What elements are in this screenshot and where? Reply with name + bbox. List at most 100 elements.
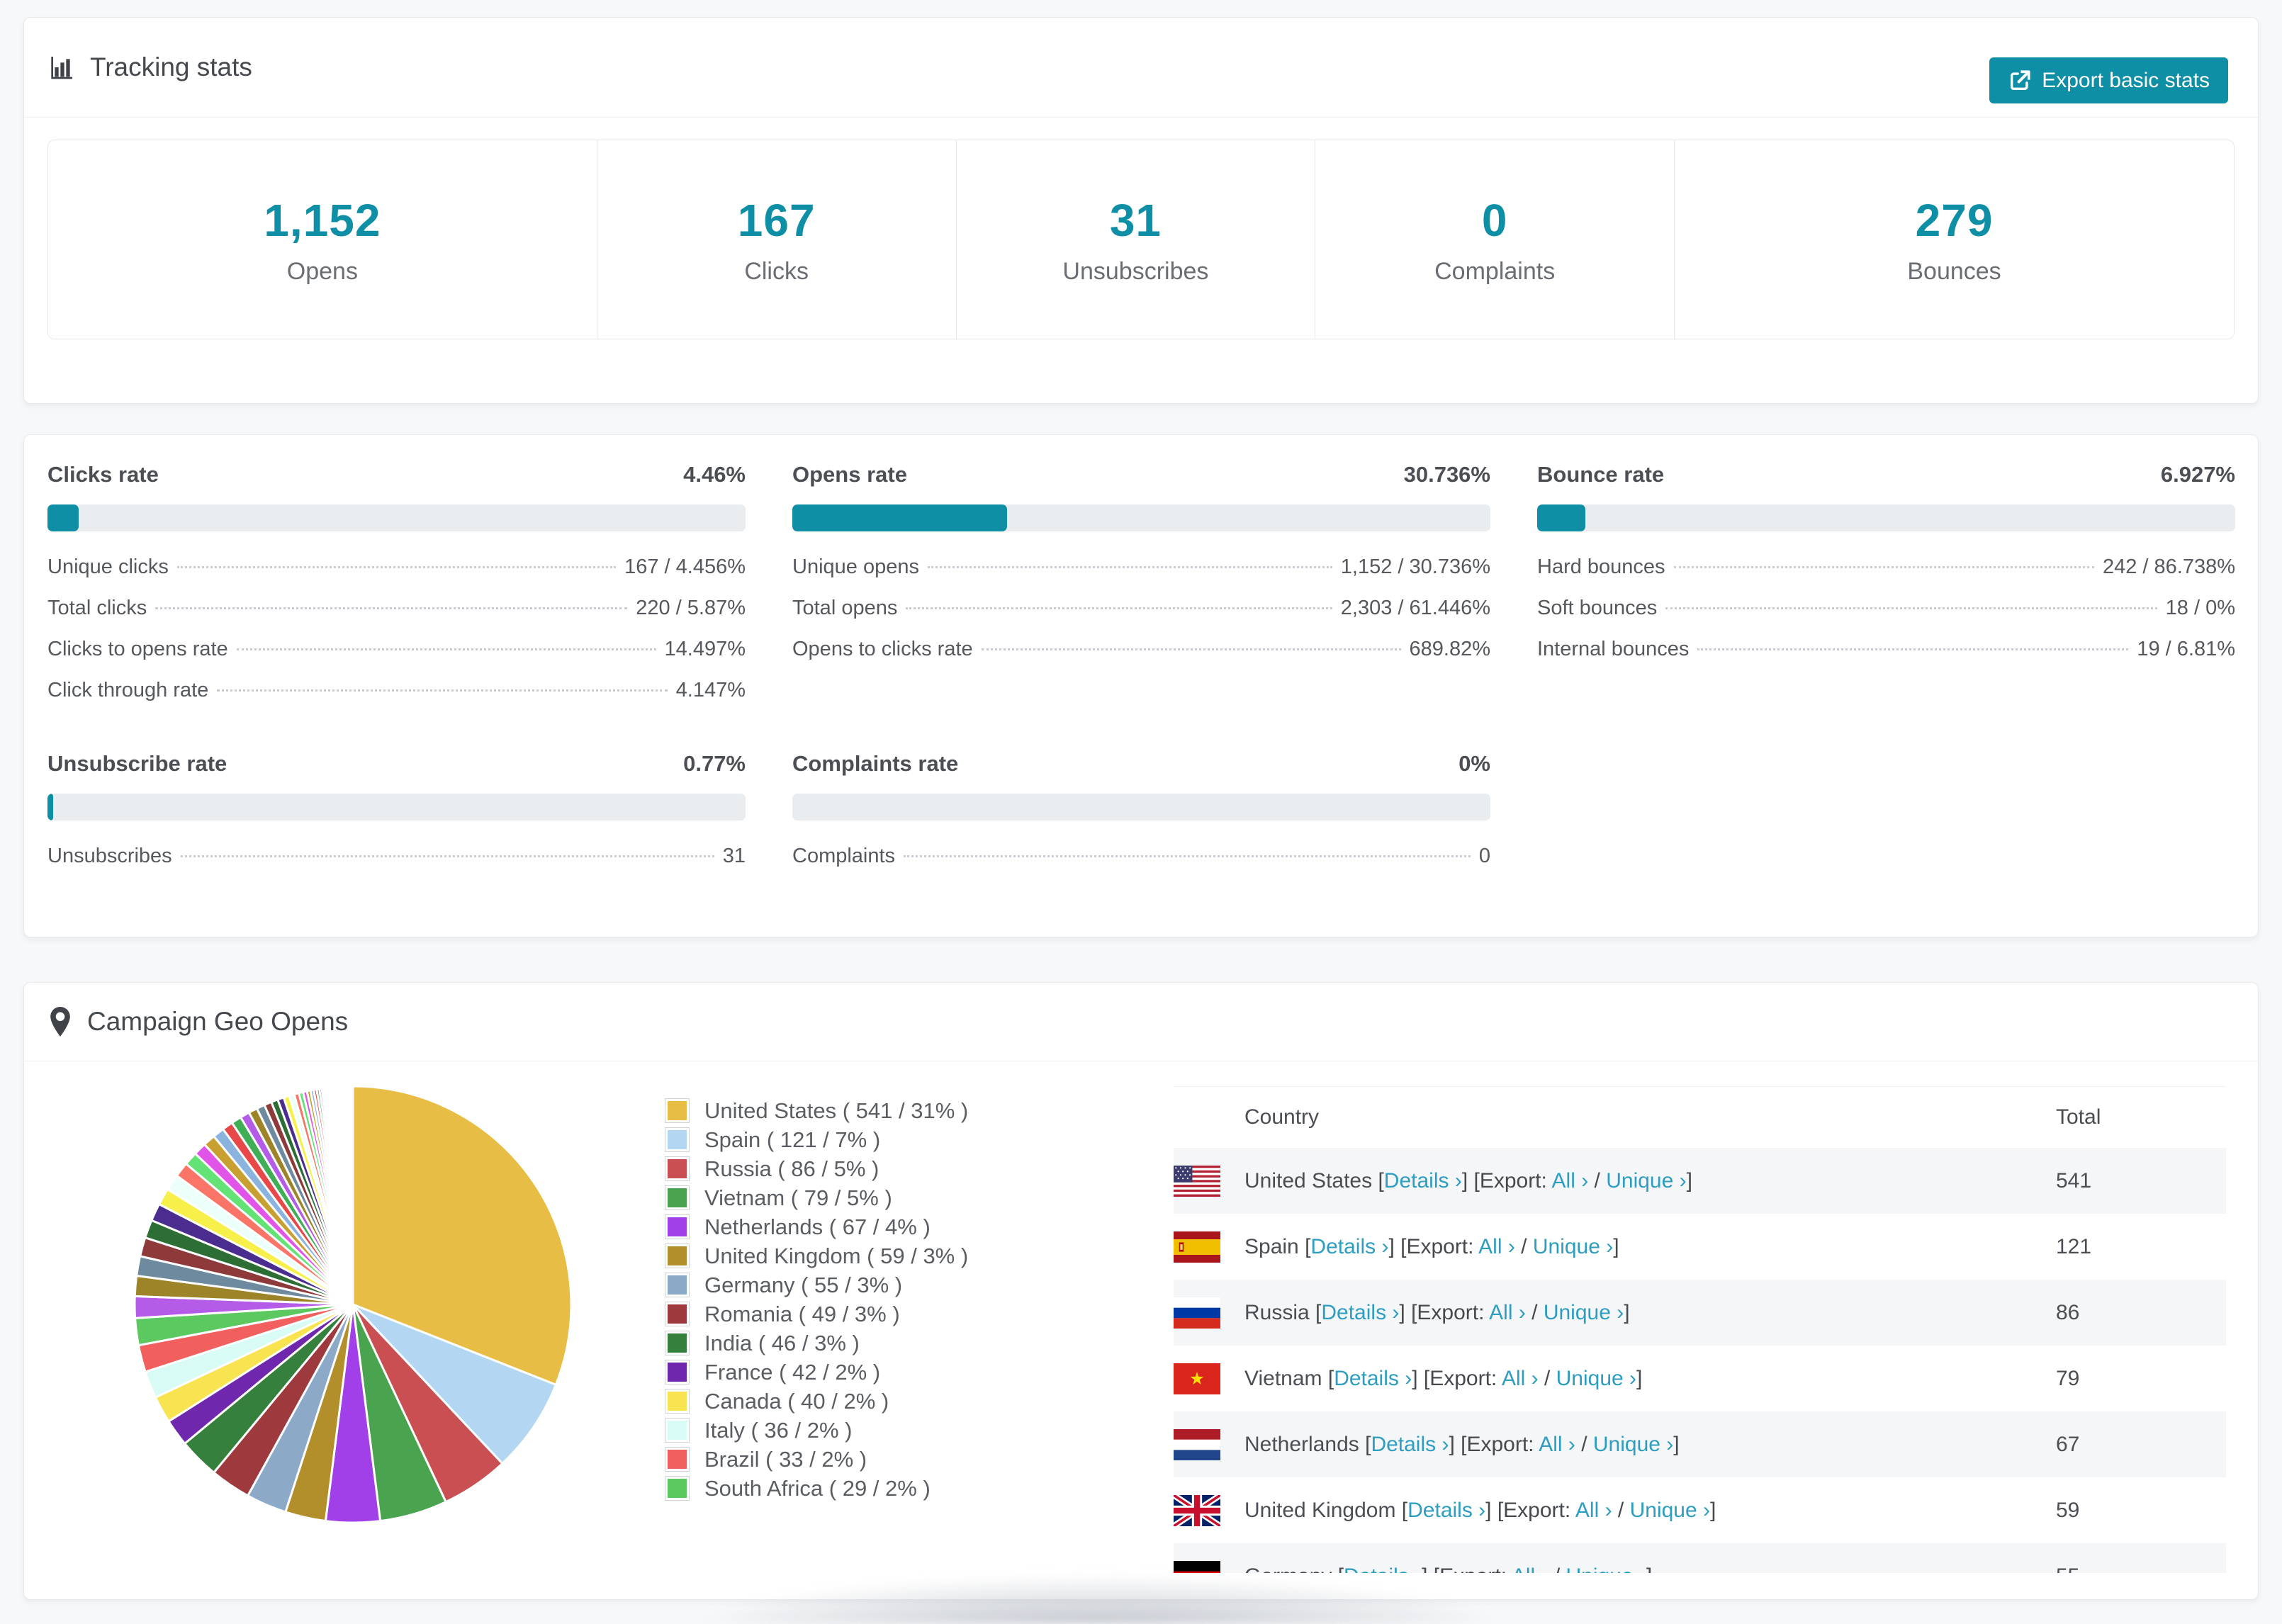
rate-section-clicks-rate: Clicks rate 4.46% Unique clicks 167 / 4.456… — [47, 462, 746, 720]
details-link[interactable]: Details › — [1384, 1169, 1462, 1192]
legend-swatch — [665, 1127, 690, 1152]
country-cell: Spain [Details ›] [Export: All › / Uniqu… — [1244, 1234, 1619, 1258]
rate-row-value: 220 / 5.87% — [636, 597, 746, 619]
total-value: 67 — [2056, 1432, 2080, 1456]
stats-summary: 1,152 Opens 167 Clicks 31 Unsubscribes 0 Compla… — [47, 140, 2235, 339]
dotted-leader — [906, 607, 1332, 609]
legend-item-spain[interactable]: Spain ( 121 / 7% ) — [665, 1125, 968, 1154]
dotted-leader — [180, 855, 714, 857]
rate-row-value: 4.147% — [675, 679, 746, 701]
details-link[interactable]: Details › — [1344, 1564, 1422, 1574]
rate-percent: 0% — [1458, 751, 1490, 776]
legend-item-france[interactable]: France ( 42 / 2% ) — [665, 1358, 968, 1387]
legend-label: Italy ( 36 / 2% ) — [704, 1417, 853, 1443]
export-all-link[interactable]: All › — [1552, 1169, 1589, 1192]
rate-progress-fill — [47, 794, 53, 821]
rate-progress-track — [47, 794, 746, 821]
country-flag-icon-de — [1174, 1560, 1220, 1573]
rate-section-bounce-rate: Bounce rate 6.927% Hard bounces 242 / 86.73… — [1537, 462, 2235, 679]
rate-row-value: 242 / 86.738% — [2102, 556, 2235, 578]
rate-row-value: 14.497% — [664, 638, 746, 660]
rate-progress-track — [792, 504, 1490, 531]
rate-row: Unique clicks 167 / 4.456% — [47, 556, 746, 597]
legend-item-united-states[interactable]: United States ( 541 / 31% ) — [665, 1096, 968, 1125]
legend-label: Russia ( 86 / 5% ) — [704, 1156, 879, 1181]
stat-label: Unsubscribes — [1062, 257, 1209, 285]
export-all-link[interactable]: All › — [1575, 1499, 1612, 1522]
legend-item-united-kingdom[interactable]: United Kingdom ( 59 / 3% ) — [665, 1241, 968, 1270]
country-name: United States — [1244, 1168, 1373, 1192]
rate-row-label: Clicks to opens rate — [47, 638, 228, 660]
rate-title: Opens rate — [792, 462, 907, 487]
export-unique-link[interactable]: Unique › — [1606, 1169, 1686, 1192]
details-link[interactable]: Details › — [1310, 1235, 1388, 1258]
dotted-leader — [217, 689, 668, 692]
geo-table: Country Total United States [Details ›] … — [1174, 1086, 2226, 1573]
country-name: Netherlands — [1244, 1432, 1359, 1456]
export-unique-link[interactable]: Unique › — [1566, 1564, 1646, 1574]
details-link[interactable]: Details › — [1371, 1433, 1449, 1456]
export-all-link[interactable]: All › — [1478, 1235, 1515, 1258]
stat-value: 1,152 — [264, 194, 381, 246]
legend-swatch — [665, 1185, 690, 1210]
export-all-link[interactable]: All › — [1512, 1564, 1548, 1574]
legend-item-brazil[interactable]: Brazil ( 33 / 2% ) — [665, 1445, 968, 1474]
dotted-leader — [176, 566, 617, 568]
rate-title: Bounce rate — [1537, 462, 1665, 487]
legend-item-germany[interactable]: Germany ( 55 / 3% ) — [665, 1270, 968, 1299]
legend-item-vietnam[interactable]: Vietnam ( 79 / 5% ) — [665, 1183, 968, 1212]
legend-item-romania[interactable]: Romania ( 49 / 3% ) — [665, 1299, 968, 1329]
rate-progress-track — [1537, 504, 2235, 531]
rate-row-label: Complaints — [792, 845, 896, 867]
table-row-germany: Germany [Details ›] [Export: All › / Uni… — [1174, 1543, 2226, 1573]
export-unique-link[interactable]: Unique › — [1556, 1367, 1636, 1390]
legend-item-south-africa[interactable]: South Africa ( 29 / 2% ) — [665, 1474, 968, 1503]
export-unique-link[interactable]: Unique › — [1630, 1499, 1710, 1522]
rate-row-value: 1,152 / 30.736% — [1340, 556, 1490, 578]
rate-percent: 0.77% — [683, 751, 746, 776]
legend-swatch — [665, 1331, 690, 1355]
dotted-leader — [981, 648, 1401, 650]
legend-item-netherlands[interactable]: Netherlands ( 67 / 4% ) — [665, 1212, 968, 1241]
rate-progress-track — [792, 794, 1490, 821]
legend-item-italy[interactable]: Italy ( 36 / 2% ) — [665, 1416, 968, 1445]
country-flag-icon-us — [1174, 1165, 1220, 1197]
stat-cell-bounces: 279 Bounces — [1675, 140, 2234, 339]
rate-progress-track — [47, 504, 746, 531]
legend-swatch — [665, 1302, 690, 1326]
country-cell: Germany [Details ›] [Export: All › / Uni… — [1244, 1564, 1652, 1574]
map-pin-icon — [47, 1005, 73, 1038]
total-value: 541 — [2056, 1168, 2092, 1192]
export-unique-link[interactable]: Unique › — [1544, 1301, 1624, 1324]
rate-row: Total opens 2,303 / 61.446% — [792, 597, 1490, 638]
rate-row: Unsubscribes 31 — [47, 845, 746, 886]
rate-row-label: Hard bounces — [1537, 556, 1665, 578]
details-link[interactable]: Details › — [1334, 1367, 1412, 1390]
legend-item-russia[interactable]: Russia ( 86 / 5% ) — [665, 1154, 968, 1183]
rate-percent: 4.46% — [683, 462, 746, 487]
rate-row: Internal bounces 19 / 6.81% — [1537, 638, 2235, 679]
rate-row: Soft bounces 18 / 0% — [1537, 597, 2235, 638]
export-basic-stats-button[interactable]: Export basic stats — [1989, 57, 2228, 103]
geo-pie-chart[interactable] — [126, 1078, 580, 1531]
legend-label: United Kingdom ( 59 / 3% ) — [704, 1243, 969, 1268]
column-header-total: Total — [2056, 1105, 2101, 1129]
country-name: Germany — [1244, 1564, 1332, 1574]
export-all-link[interactable]: All › — [1539, 1433, 1575, 1456]
export-all-link[interactable]: All › — [1489, 1301, 1526, 1324]
stat-label: Clicks — [744, 257, 809, 285]
export-unique-link[interactable]: Unique › — [1533, 1235, 1613, 1258]
rates-card: Clicks rate 4.46% Unique clicks 167 / 4.456… — [23, 434, 2259, 937]
details-link[interactable]: Details › — [1407, 1499, 1485, 1522]
table-row-netherlands: Netherlands [Details ›] [Export: All › /… — [1174, 1411, 2226, 1477]
export-all-link[interactable]: All › — [1502, 1367, 1539, 1390]
legend-item-india[interactable]: India ( 46 / 3% ) — [665, 1329, 968, 1358]
legend-label: United States ( 541 / 31% ) — [704, 1098, 969, 1123]
table-row-vietnam: Vietnam [Details ›] [Export: All › / Uni… — [1174, 1346, 2226, 1411]
dotted-leader — [1665, 607, 2157, 609]
details-link[interactable]: Details › — [1321, 1301, 1399, 1324]
dotted-leader — [1673, 566, 2094, 568]
legend-item-canada[interactable]: Canada ( 40 / 2% ) — [665, 1387, 968, 1416]
export-unique-link[interactable]: Unique › — [1593, 1433, 1673, 1456]
country-cell: United Kingdom [Details ›] [Export: All … — [1244, 1498, 1716, 1522]
